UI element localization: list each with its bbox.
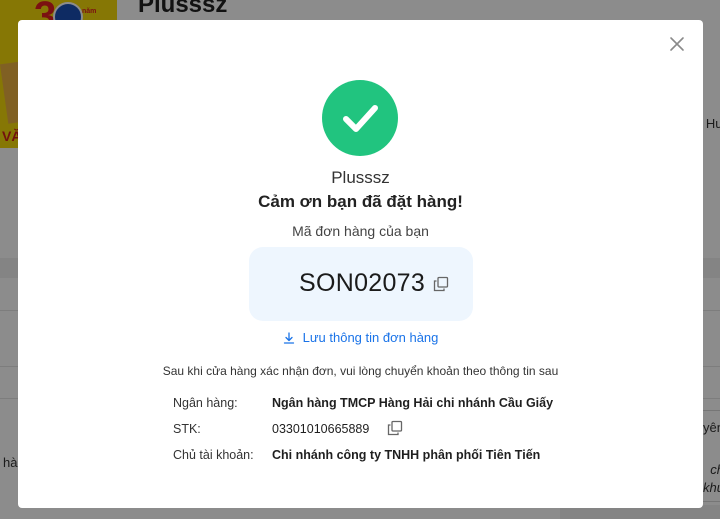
stk-label: STK: (173, 422, 201, 436)
success-badge (322, 80, 398, 156)
holder-label: Chủ tài khoản: (173, 448, 254, 462)
stk-value: 03301010665889 (272, 422, 370, 436)
close-icon (670, 37, 684, 51)
order-code-box: SON02073 (249, 247, 473, 321)
copy-icon (387, 420, 403, 436)
save-order-info-link[interactable]: Lưu thông tin đơn hàng (18, 330, 703, 345)
copy-order-code-button[interactable] (433, 276, 449, 292)
check-icon (343, 105, 378, 132)
store-name: Plusssz (331, 168, 390, 187)
bank-value: Ngân hàng TMCP Hàng Hải chi nhánh Cầu Gi… (272, 396, 554, 410)
save-order-info-label: Lưu thông tin đơn hàng (302, 330, 439, 345)
holder-value: Chi nhánh công ty TNHH phân phối Tiên Ti… (272, 448, 541, 462)
thank-you-heading: Cảm ơn bạn đã đặt hàng! (258, 192, 463, 211)
payment-instruction: Sau khi cửa hàng xác nhận đơn, vui lòng … (162, 364, 559, 378)
close-button[interactable] (668, 35, 686, 53)
copy-stk-button[interactable] (387, 420, 403, 436)
download-icon (283, 331, 294, 344)
bank-label: Ngân hàng: (173, 396, 238, 410)
order-code-label: Mã đơn hàng của bạn (292, 223, 429, 239)
order-success-modal: Plusssz Cảm ơn bạn đã đặt hàng! Mã đơn h… (18, 20, 703, 508)
copy-icon (433, 276, 449, 292)
order-code: SON02073 (299, 269, 426, 297)
